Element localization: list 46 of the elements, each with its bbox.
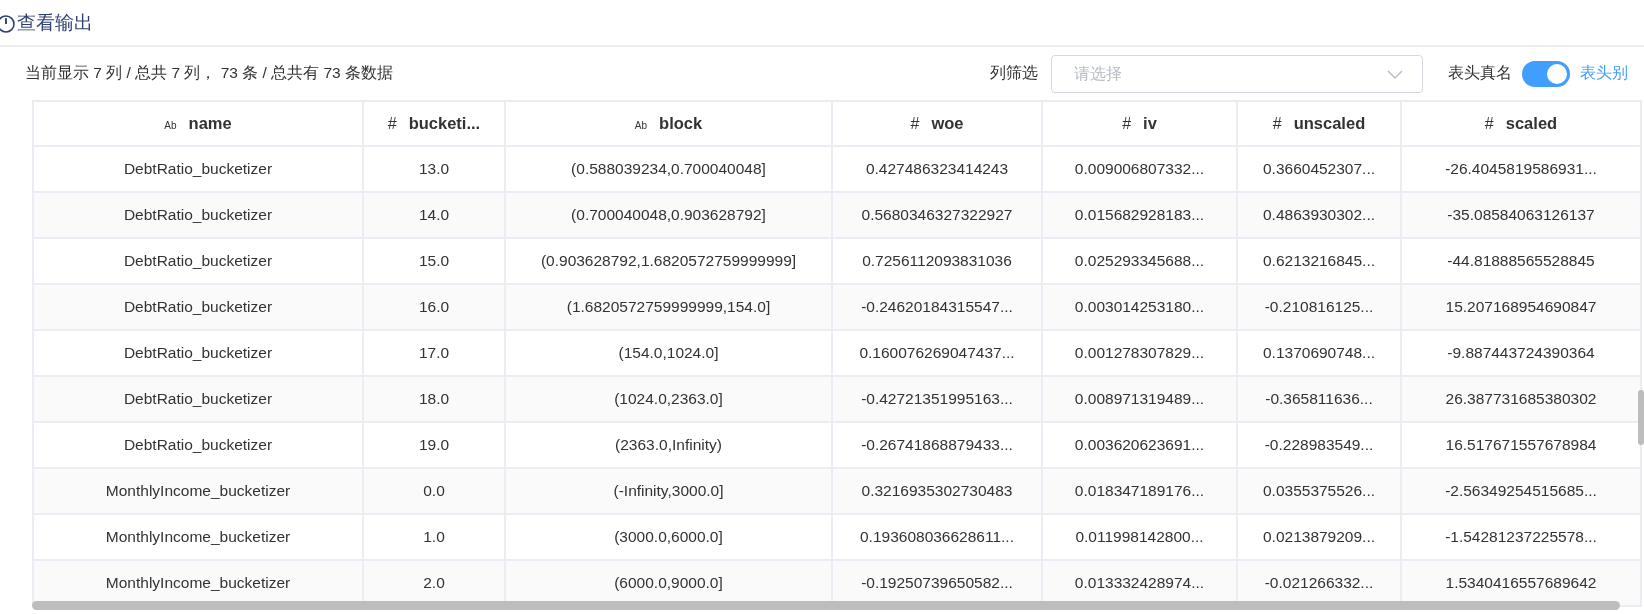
table-cell: DebtRatio_bucketizer [33, 376, 363, 422]
table-cell: -0.24620184315547... [832, 284, 1042, 330]
horizontal-scrollbar[interactable] [32, 601, 1620, 610]
table-cell: 0.008971319489... [1042, 376, 1237, 422]
table-cell: 15.207168954690847 [1401, 284, 1641, 330]
table-cell: -0.42721351995163... [832, 376, 1042, 422]
table-cell: 0.0355375526... [1237, 468, 1401, 514]
table-cell: 0.3216935302730483 [832, 468, 1042, 514]
table-cell: (1024.0,2363.0] [505, 376, 832, 422]
column-header[interactable]: # unscaled [1237, 101, 1401, 146]
table-cell: 0.0 [363, 468, 505, 514]
table-cell: 0.4863930302... [1237, 192, 1401, 238]
table-cell: (1.6820572759999999,154.0] [505, 284, 832, 330]
chevron-down-icon [1387, 69, 1403, 79]
table-cell: -0.210816125... [1237, 284, 1401, 330]
table-cell: -35.08584063126137 [1401, 192, 1641, 238]
table-cell: 0.003014253180... [1042, 284, 1237, 330]
data-summary: 当前显示 7 列 / 总共 7 列， 73 条 / 总共有 73 条数据 [25, 63, 393, 83]
table-cell: DebtRatio_bucketizer [33, 284, 363, 330]
table-cell: 16.0 [363, 284, 505, 330]
column-header[interactable]: # scaled [1401, 101, 1641, 146]
column-header[interactable]: Ab block [505, 101, 832, 146]
table-cell: 26.387731685380302 [1401, 376, 1641, 422]
table-cell: 14.0 [363, 192, 505, 238]
table-cell: MonthlyIncome_bucketizer [33, 468, 363, 514]
table-cell: -2.56349254515685... [1401, 468, 1641, 514]
table-cell: -0.365811636... [1237, 376, 1401, 422]
table-cell: 0.5680346327322927 [832, 192, 1042, 238]
column-header[interactable]: Ab name [33, 101, 363, 146]
header-name-toggle[interactable] [1522, 60, 1570, 87]
table-cell: (-Infinity,3000.0] [505, 468, 832, 514]
table-cell: 0.015682928183... [1042, 192, 1237, 238]
table-cell: DebtRatio_bucketizer [33, 192, 363, 238]
table-cell: 0.018347189176... [1042, 468, 1237, 514]
table-cell: 18.0 [363, 376, 505, 422]
toggle-label: 表头别 [1580, 63, 1629, 83]
toggle-label: 表头真名 [1448, 63, 1512, 83]
column-filter-label: 列筛选 [990, 63, 1038, 83]
column-header[interactable]: # woe [832, 101, 1042, 146]
vertical-scrollbar[interactable] [1638, 390, 1644, 445]
clock-icon [0, 12, 16, 33]
page-title: 查看输出 [17, 10, 93, 35]
column-header[interactable]: # iv [1042, 101, 1237, 146]
table-cell: (0.700040048,0.903628792] [505, 192, 832, 238]
column-filter-select[interactable]: 请选择 [1051, 54, 1423, 93]
column-header[interactable]: # bucketi... [363, 101, 505, 146]
